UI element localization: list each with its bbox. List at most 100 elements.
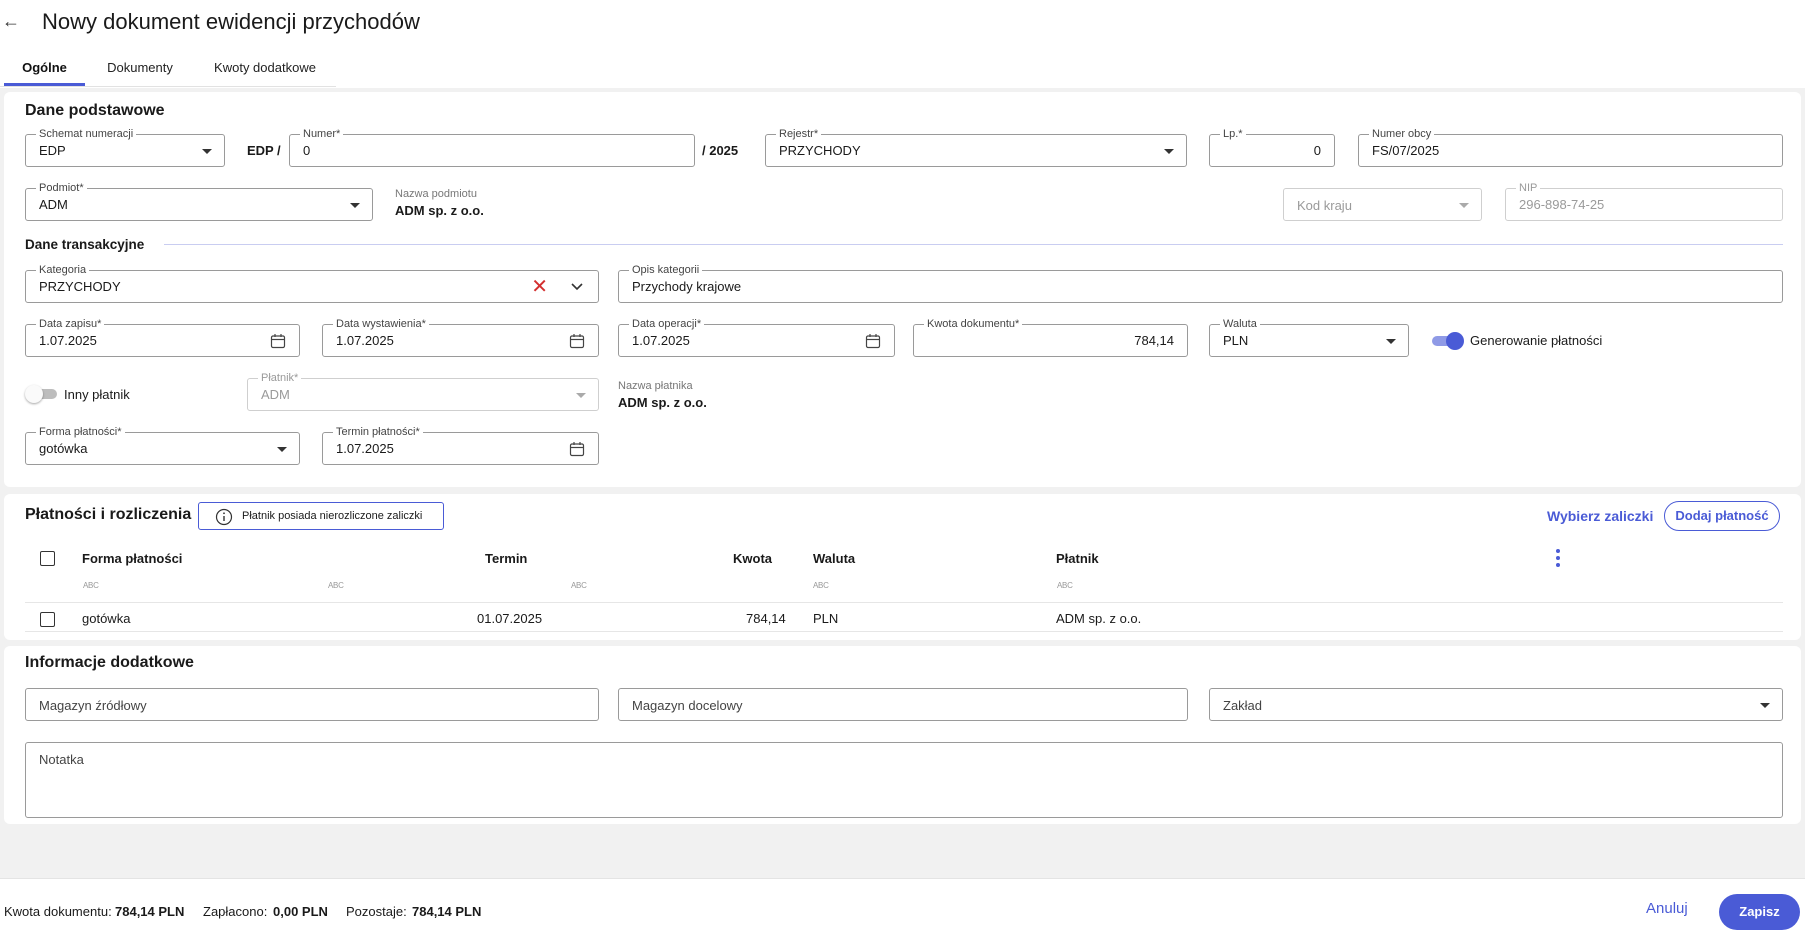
chevron-down-icon[interactable]	[568, 278, 586, 296]
plant-select[interactable]: Zakład	[1209, 688, 1783, 721]
field-value: ADM	[261, 387, 290, 402]
note-textarea[interactable]: Notatka	[25, 742, 1783, 818]
section-title-basic: Dane podstawowe	[25, 102, 165, 119]
payer-select[interactable]: Płatnik* ADM	[247, 371, 599, 411]
cell-term: 01.07.2025	[477, 611, 543, 626]
cell-amount: 784,14	[746, 611, 786, 626]
payment-term-input[interactable]: Termin płatności* 1.07.2025	[322, 425, 599, 465]
caret-down-icon[interactable]	[350, 203, 360, 208]
field-label: Numer*	[300, 127, 344, 141]
column-header-payer[interactable]: Płatnik	[1056, 551, 1099, 566]
text-filter-icon[interactable]: ABC	[328, 581, 344, 590]
caret-down-icon[interactable]	[576, 393, 586, 398]
target-warehouse-input[interactable]: Magazyn docelowy	[618, 688, 1188, 721]
other-payer-toggle[interactable]	[25, 385, 59, 403]
footer-amount-value: 784,14 PLN	[115, 904, 185, 919]
caret-down-icon[interactable]	[202, 149, 212, 154]
tab-documents[interactable]: Dokumenty	[92, 50, 188, 86]
back-arrow-icon[interactable]: ←	[2, 10, 24, 32]
basic-data-section: Dane podstawowe Schemat numeracji EDP ED…	[4, 92, 1801, 487]
field-value: 784,14	[1134, 333, 1174, 348]
add-payment-button[interactable]: Dodaj płatność	[1664, 501, 1780, 531]
caret-down-icon[interactable]	[1164, 149, 1174, 154]
issue-date-input[interactable]: Data wystawienia* 1.07.2025	[322, 317, 599, 357]
caret-down-icon[interactable]	[1459, 203, 1469, 208]
cancel-button[interactable]: Anuluj	[1646, 900, 1688, 917]
caret-down-icon[interactable]	[277, 447, 287, 452]
number-separator: /	[277, 143, 281, 158]
field-placeholder: Magazyn źródłowy	[39, 698, 147, 713]
field-label: Data zapisu*	[36, 317, 105, 331]
caret-down-icon[interactable]	[1760, 703, 1770, 708]
field-value: 1.07.2025	[632, 333, 690, 348]
number-input[interactable]: Numer* 0	[289, 127, 695, 167]
text-filter-icon[interactable]: ABC	[83, 581, 99, 590]
payer-name-label: Nazwa płatnika	[618, 380, 693, 392]
text-filter-icon[interactable]: ABC	[1057, 581, 1073, 590]
field-label: Rejestr*	[776, 127, 822, 141]
page-title: Nowy dokument ewidencji przychodów	[42, 9, 420, 34]
field-label: Lp.*	[1220, 127, 1246, 141]
foreign-number-input[interactable]: Numer obcy FS/07/2025	[1358, 127, 1783, 167]
section-title-additional: Informacje dodatkowe	[25, 654, 194, 671]
field-label: Podmiot*	[36, 181, 87, 195]
category-description-input[interactable]: Opis kategorii Przychody krajowe	[618, 263, 1783, 303]
tab-additional-amounts[interactable]: Kwoty dodatkowe	[202, 50, 328, 86]
column-header-term[interactable]: Termin	[485, 551, 527, 566]
select-all-checkbox[interactable]	[40, 551, 55, 566]
additional-info-section: Informacje dodatkowe Magazyn źródłowy Ma…	[4, 646, 1801, 824]
field-value: PLN	[1223, 333, 1249, 348]
more-options-icon[interactable]	[1553, 548, 1563, 570]
field-label: Data wystawienia*	[333, 317, 429, 331]
field-value: 0	[1313, 143, 1321, 158]
register-select[interactable]: Rejestr* PRZYCHODY	[765, 127, 1187, 167]
document-amount-input[interactable]: Kwota dokumentu* 784,14	[913, 317, 1188, 357]
field-label: Kwota dokumentu*	[924, 317, 1023, 331]
category-select[interactable]: Kategoria PRZYCHODY ✕	[25, 263, 599, 303]
payment-form-select[interactable]: Forma płatności* gotówka	[25, 425, 300, 465]
caret-down-icon[interactable]	[1386, 339, 1396, 344]
entry-date-input[interactable]: Data zapisu* 1.07.2025	[25, 317, 300, 357]
cell-form: gotówka	[82, 611, 131, 626]
other-payer-label: Inny płatnik	[64, 387, 130, 402]
column-header-currency[interactable]: Waluta	[813, 551, 855, 566]
text-filter-icon[interactable]: ABC	[813, 581, 829, 590]
lp-input[interactable]: Lp.* 0	[1209, 127, 1335, 167]
operation-date-input[interactable]: Data operacji* 1.07.2025	[618, 317, 895, 357]
column-header-form[interactable]: Forma płatności	[82, 551, 182, 566]
clear-icon[interactable]: ✕	[531, 277, 548, 297]
calendar-icon[interactable]	[865, 333, 881, 349]
field-value: ADM	[39, 197, 68, 212]
column-header-amount[interactable]: Kwota	[733, 551, 772, 566]
field-label: NIP	[1516, 181, 1541, 195]
subject-name-label: Nazwa podmiotu	[395, 188, 477, 200]
choose-advances-button[interactable]: Wybierz zaliczki	[1547, 508, 1653, 524]
row-checkbox[interactable]	[40, 612, 55, 627]
footer-remaining-value: 784,14 PLN	[412, 904, 482, 919]
calendar-icon[interactable]	[569, 441, 585, 457]
field-label: Płatnik*	[258, 371, 302, 385]
field-label: Schemat numeracji	[36, 127, 137, 141]
unsettled-advances-info: Płatnik posiada nierozliczone zaliczki	[198, 502, 444, 530]
save-button[interactable]: Zapisz	[1719, 894, 1800, 930]
section-title-transaction: Dane transakcyjne	[25, 237, 145, 252]
currency-select[interactable]: Waluta PLN	[1209, 317, 1409, 357]
text-filter-icon[interactable]: ABC	[571, 581, 587, 590]
calendar-icon[interactable]	[569, 333, 585, 349]
field-label: Numer obcy	[1369, 127, 1435, 141]
field-value: FS/07/2025	[1372, 143, 1440, 158]
field-label: Waluta	[1220, 317, 1260, 331]
field-value: 1.07.2025	[336, 333, 394, 348]
field-placeholder: Notatka	[39, 752, 84, 767]
numbering-scheme-select[interactable]: Schemat numeracji EDP	[25, 127, 225, 167]
field-label: Forma płatności*	[36, 425, 125, 439]
footer-amount-label: Kwota dokumentu:	[4, 904, 112, 919]
subject-select[interactable]: Podmiot* ADM	[25, 181, 373, 221]
generate-payments-toggle[interactable]	[1430, 332, 1464, 350]
country-code-select[interactable]: Kod kraju	[1283, 188, 1482, 221]
source-warehouse-input[interactable]: Magazyn źródłowy	[25, 688, 599, 721]
nip-input[interactable]: NIP 296-898-74-25	[1505, 181, 1783, 221]
field-value: 296-898-74-25	[1519, 197, 1605, 212]
tab-general[interactable]: Ogólne	[4, 50, 85, 86]
calendar-icon[interactable]	[270, 333, 286, 349]
